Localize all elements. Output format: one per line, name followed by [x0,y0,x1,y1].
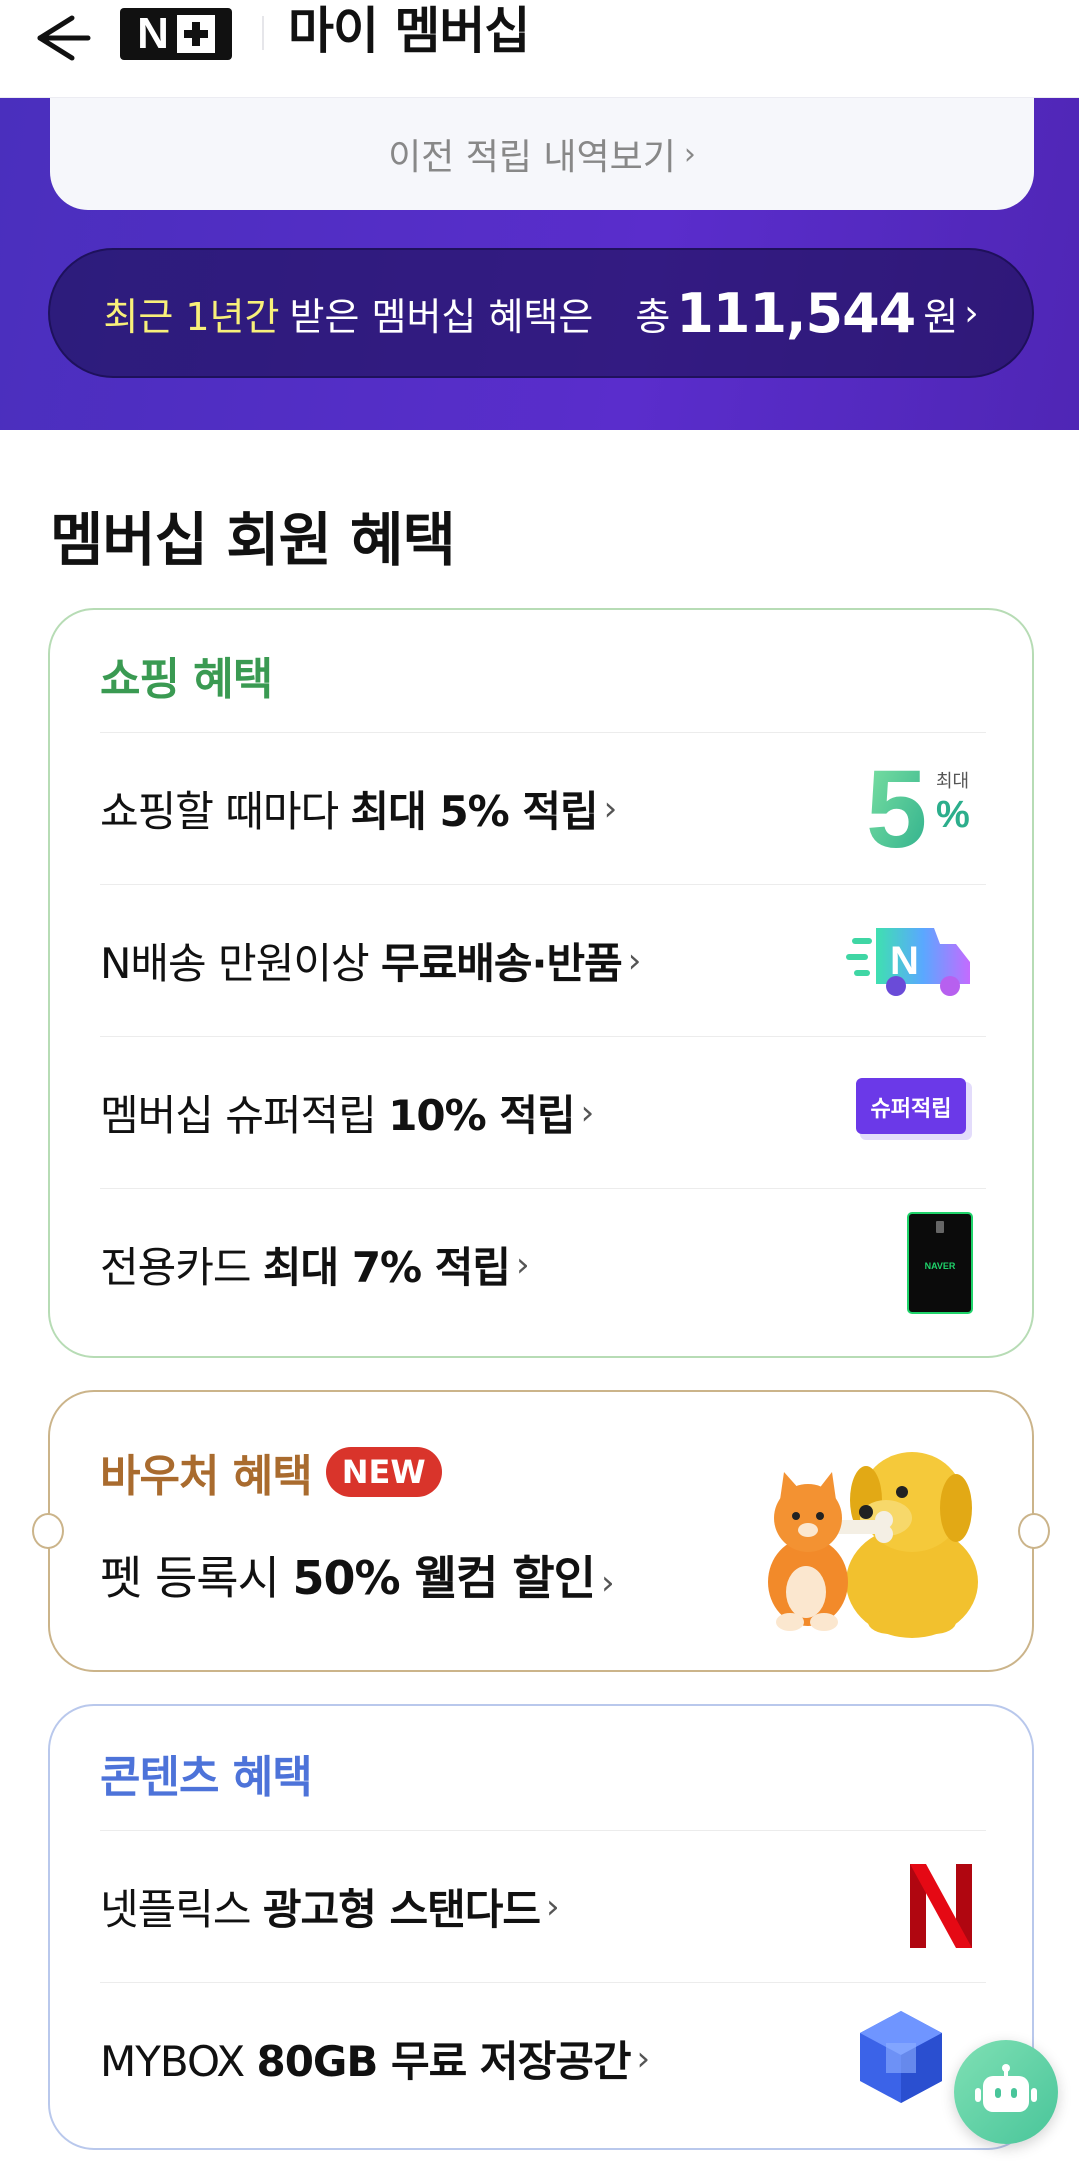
chevron-right-icon: › [627,940,642,981]
back-arrow-icon[interactable] [32,6,92,66]
svg-text:NAVER: NAVER [925,1261,956,1271]
benefit-row-mybox[interactable]: MYBOX 80GB 무료 저장공간 › [100,1982,986,2134]
ticket-notch-right [1018,1513,1050,1549]
summary-unit: 원 [923,294,959,339]
summary-amount: 111,544 [676,281,916,345]
benefit-row-free-delivery[interactable]: N배송 만원이상 무료배송·반품 › N [100,884,986,1036]
n-delivery-truck-icon: N [846,914,976,1008]
section-title: 멤버십 회원 혜택 [50,506,456,574]
benefit-row-super-reward[interactable]: 멤버십 슈퍼적립 10% 적립 › 슈퍼적립 [100,1036,986,1188]
naver-card-icon: NAVER [906,1211,976,1319]
summary-total-prefix: 총 [635,294,671,339]
benefit-text: 넷플릭스 광고형 스탠다드 [100,1885,541,1934]
shopping-title: 쇼핑 혜택 [100,654,273,705]
previous-history-label: 이전 적립 내역보기 [388,137,676,178]
pet-illustration [762,1422,992,1646]
benefit-text: MYBOX 80GB 무료 저장공간 [100,2037,632,2086]
svg-text:N: N [890,939,919,983]
top-bar: N 마이 멤버십 [0,0,1079,98]
summary-highlight: 최근 1년간 [103,294,280,339]
voucher-title-row: 바우처 혜택 NEW [100,1440,442,1504]
naver-plus-logo[interactable]: N [120,8,232,60]
voucher-title: 바우처 혜택 [100,1451,313,1502]
mybox-cube-icon [856,2007,946,2111]
yearly-benefit-summary[interactable]: 최근 1년간 받은 멤버십 혜택은 총 111,544 원 › [48,248,1034,378]
logo-n-letter: N [137,9,169,58]
svg-text:최대: 최대 [936,771,969,792]
summary-text: 받은 멤버십 혜택은 [289,294,594,339]
chevron-right-icon: › [516,1244,530,1285]
chevron-right-icon: › [600,1563,615,1603]
benefit-text: N배송 만원이상 무료배송·반품 [100,939,623,988]
content-title: 콘텐츠 혜택 [100,1752,313,1803]
super-reward-badge-icon: 슈퍼적립 [856,1076,976,1150]
benefit-row-shopping-reward[interactable]: 쇼핑할 때마다 최대 5% 적립 › 5 최대 % [100,732,986,884]
content-benefits-card: 콘텐츠 혜택 넷플릭스 광고형 스탠다드 › MYBOX 80GB 무료 저장공… [48,1704,1034,2150]
chevron-right-icon: › [546,1886,560,1927]
svg-text:%: % [936,794,970,836]
previous-history-link[interactable]: 이전 적립 내역보기 › [50,98,1034,210]
svg-text:5: 5 [866,757,927,857]
robot-icon [975,2064,1037,2112]
chevron-right-icon: › [580,1092,595,1133]
chevron-right-icon: › [683,136,696,172]
five-percent-icon: 5 최대 % [866,748,976,871]
shopping-benefits-card: 쇼핑 혜택 쇼핑할 때마다 최대 5% 적립 › 5 최대 % N배송 만원이상… [48,608,1034,1358]
voucher-text: 펫 등록시 [100,1551,293,1605]
voucher-bold-text: 50% 웰컴 할인 [292,1551,596,1605]
benefit-row-card[interactable]: 전용카드 최대 7% 적립 › NAVER [100,1188,986,1340]
benefit-text: 멤버십 슈퍼적립 10% 적립 [100,1091,576,1140]
benefit-text: 전용카드 최대 7% 적립 [100,1243,511,1292]
chevron-right-icon: › [636,2038,651,2079]
chevron-right-icon: › [603,788,618,829]
ticket-notch-left [32,1513,64,1549]
plus-icon [176,15,215,53]
chatbot-button[interactable] [954,2040,1058,2144]
benefit-text: 쇼핑할 때마다 최대 5% 적립 [100,787,599,836]
voucher-pet-discount[interactable]: 펫 등록시 50% 웰컴 할인 › [100,1542,615,1608]
chevron-right-icon: › [964,292,979,334]
svg-text:슈퍼적립: 슈퍼적립 [871,1097,952,1122]
new-badge: NEW [325,1447,442,1497]
benefit-row-netflix[interactable]: 넷플릭스 광고형 스탠다드 › [100,1830,986,1982]
header-divider [262,16,264,50]
voucher-benefits-card[interactable]: 바우처 혜택 NEW 펫 등록시 50% 웰컴 할인 › [32,1390,1050,1672]
page-title: 마이 멤버십 [288,2,530,60]
netflix-logo-icon [906,1860,976,1954]
